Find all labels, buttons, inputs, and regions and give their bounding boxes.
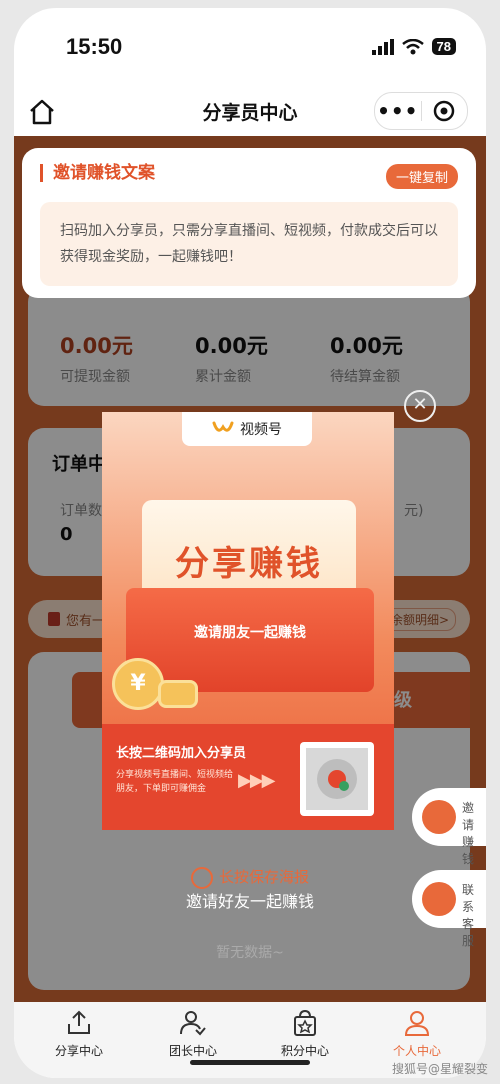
tab-personal-center[interactable]: 个人中心 [362, 1008, 472, 1059]
close-program-button[interactable] [421, 100, 467, 122]
poster-subtitle: 邀请朋友一起赚钱 [194, 625, 306, 641]
copy-button[interactable]: 一键复制 [385, 164, 458, 189]
qr-description: 分享视频号直播间、短视频给朋友，下单即可赚佣金 [116, 770, 234, 794]
watermark: 搜狐号@星耀裂变 [392, 1062, 489, 1076]
target-icon [433, 100, 455, 122]
red-envelope: 邀请朋友一起赚钱 [126, 588, 374, 692]
tab-label-share: 分享中心 [54, 1044, 103, 1058]
tab-label-points: 积分中心 [280, 1044, 329, 1058]
tab-points-center[interactable]: 积分中心 [250, 1008, 360, 1059]
home-indicator [190, 1060, 310, 1065]
more-menu-icon[interactable]: ••• [375, 99, 421, 123]
mini-program-capsule: ••• [374, 92, 468, 130]
wifi-icon [401, 38, 424, 54]
phone-screen: 15:50 78 分享员中心 ••• 0.00元 可提现金额 0.00元 累计金… [14, 8, 486, 1078]
invite-text-box: 扫码加入分享员，只需分享直播间、短视频，付款成交后可以获得现金奖励，一起赚钱吧！ [40, 202, 458, 286]
signal-icon [371, 38, 394, 55]
channels-logo-icon [212, 421, 234, 432]
poster-title: 分享赚钱 [175, 544, 323, 584]
invite-earn-label: 邀请赚钱 [462, 801, 475, 866]
tab-label-leader: 团长中心 [168, 1044, 217, 1058]
share-upload-icon [68, 1010, 90, 1034]
leader-icon [180, 1011, 206, 1036]
channels-tag: 视频号 [182, 412, 312, 446]
qr-title: 长按二维码加入分享员 [116, 746, 247, 761]
device-frame: 15:50 78 分享员中心 ••• 0.00元 可提现金额 0.00元 累计金… [0, 0, 500, 1084]
status-icons: 78 [371, 38, 456, 55]
qr-code[interactable] [300, 742, 374, 816]
empty-state-text: 暂无数据~ [216, 945, 284, 961]
invite-copy-card: 邀请赚钱文案 一键复制 扫码加入分享员，只需分享直播间、短视频，付款成交后可以获… [22, 148, 476, 298]
status-bar: 15:50 78 [14, 8, 486, 88]
tab-share-center[interactable]: 分享中心 [24, 1008, 134, 1059]
tab-leader-center[interactable]: 团长中心 [138, 1008, 248, 1059]
arrows-icon: ▶▶▶ [238, 770, 276, 791]
coin-stack-icon [158, 680, 198, 708]
qr-code-icon [306, 748, 368, 810]
invite-copy-title: 邀请赚钱文案 [40, 164, 155, 182]
tab-label-personal: 个人中心 [392, 1044, 441, 1058]
close-poster-button[interactable]: ✕ [404, 390, 436, 422]
invite-earn-float-button[interactable]: 邀请赚钱 [412, 788, 486, 866]
points-bag-icon [294, 1009, 316, 1036]
save-poster-text: 长按保存海报 [218, 868, 309, 886]
channels-label: 视频号 [240, 422, 282, 438]
poster-qr-section: 长按二维码加入分享员 分享视频号直播间、短视频给朋友，下单即可赚佣金 ▶▶▶ [102, 724, 394, 830]
status-time: 15:50 [66, 34, 123, 59]
battery-icon: 78 [431, 38, 456, 55]
person-icon [404, 1011, 430, 1036]
nav-bar: 分享员中心 ••• [14, 88, 486, 138]
fingerprint-icon [190, 866, 213, 889]
user-money-icon [422, 800, 456, 834]
share-poster[interactable]: 视频号 分享赚钱 邀请朋友一起赚钱 ¥ 长按二维码加入分享员 分享视频号直播间、… [102, 412, 394, 830]
invite-friends-text: 邀请好友一起赚钱 [185, 892, 314, 911]
coin-icon: ¥ [112, 658, 164, 710]
invite-text: 扫码加入分享员，只需分享直播间、短视频，付款成交后可以获得现金奖励，一起赚钱吧！ [60, 223, 438, 265]
